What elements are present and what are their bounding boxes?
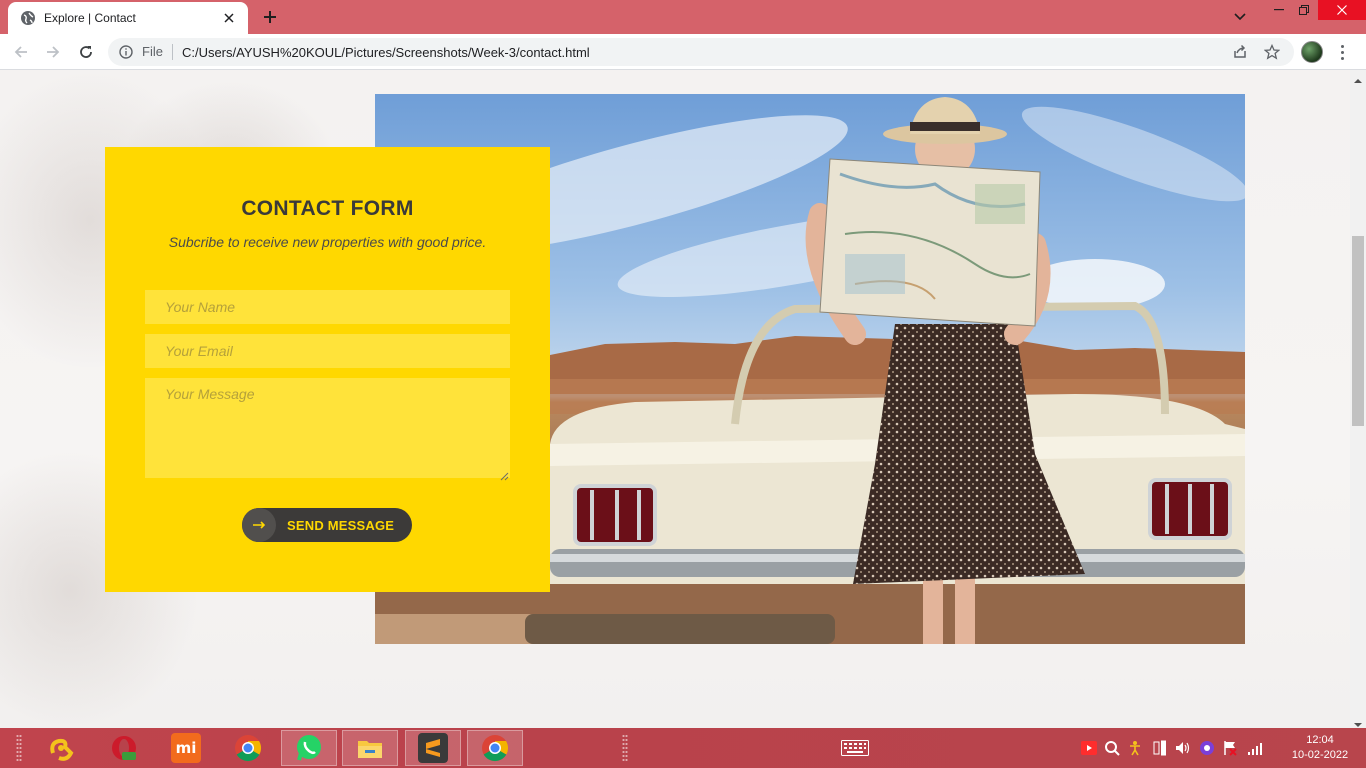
touch-keyboard-icon[interactable] <box>840 739 870 757</box>
tab-strip: Explore | Contact <box>0 0 1366 34</box>
taskbar-grip-2 <box>622 734 628 762</box>
taskbar-app-mi[interactable]: mi <box>158 730 214 766</box>
system-clock[interactable]: 12:04 10-02-2022 <box>1290 733 1350 763</box>
folder-icon <box>355 733 385 763</box>
tab-title: Explore | Contact <box>44 11 136 25</box>
windows-taskbar: mi 12:04 10-02-2022 <box>0 728 1366 768</box>
tab-explore-contact[interactable]: Explore | Contact <box>8 2 248 34</box>
taskbar-app-chrome[interactable] <box>220 730 276 766</box>
name-input[interactable] <box>145 290 510 324</box>
taskbar-app-cheat-engine[interactable] <box>34 730 90 766</box>
forward-icon[interactable] <box>41 40 65 64</box>
scroll-up-arrow-icon[interactable] <box>1354 72 1362 83</box>
device-tray-icon[interactable] <box>1151 739 1169 757</box>
share-icon[interactable] <box>1230 42 1250 62</box>
textarea-resize-grip-icon[interactable] <box>500 468 509 481</box>
profile-avatar[interactable] <box>1301 41 1323 63</box>
scrollbar-thumb[interactable] <box>1352 236 1364 426</box>
cheat-engine-icon <box>47 733 77 763</box>
contact-form-title: CONTACT FORM <box>241 197 414 220</box>
scheme-label: File <box>142 44 173 60</box>
taskbar-app-opera[interactable] <box>96 730 152 766</box>
new-tab-button[interactable] <box>258 5 282 29</box>
info-icon[interactable] <box>118 44 134 60</box>
search-tray-icon[interactable] <box>1103 739 1121 757</box>
kebab-menu-icon[interactable] <box>1335 41 1349 63</box>
opera-browser-icon <box>109 733 139 763</box>
arrow-right-icon <box>242 508 276 542</box>
globe-icon <box>20 10 36 26</box>
chrome-icon <box>480 733 510 763</box>
send-message-button[interactable]: SEND MESSAGE <box>242 508 412 542</box>
page-viewport: CONTACT FORM Subcribe to receive new pro… <box>0 70 1350 728</box>
email-input[interactable] <box>145 334 510 368</box>
clock-date: 10-02-2022 <box>1291 749 1349 761</box>
contact-form-subtitle: Subcribe to receive new properties with … <box>168 234 487 250</box>
page-scrollbar[interactable] <box>1350 70 1366 728</box>
accessibility-icon[interactable] <box>1126 739 1144 757</box>
flag-tray-icon[interactable] <box>1221 739 1239 757</box>
reload-icon[interactable] <box>74 40 98 64</box>
taskbar-app-whatsapp[interactable] <box>281 730 337 766</box>
taskbar-app-sublime-text[interactable] <box>405 730 461 766</box>
taskbar-app-file-explorer[interactable] <box>342 730 398 766</box>
scroll-down-arrow-icon[interactable] <box>1354 716 1362 727</box>
browser-toolbar: File C:/Users/AYUSH%20KOUL/Pictures/Scre… <box>0 34 1366 70</box>
mi-icon: mi <box>171 733 201 763</box>
whatsapp-icon <box>294 733 324 763</box>
close-window-button[interactable] <box>1318 0 1366 20</box>
network-signal-icon[interactable] <box>1246 739 1264 757</box>
url-text[interactable]: C:/Users/AYUSH%20KOUL/Pictures/Screensho… <box>182 45 590 60</box>
back-icon[interactable] <box>9 40 33 64</box>
speaker-icon[interactable] <box>1174 739 1192 757</box>
address-bar[interactable]: File C:/Users/AYUSH%20KOUL/Pictures/Scre… <box>108 38 1294 66</box>
restore-button[interactable] <box>1289 0 1319 20</box>
clock-time: 12:04 <box>1306 734 1334 746</box>
taskbar-grip <box>16 734 22 762</box>
send-message-label: SEND MESSAGE <box>287 517 395 533</box>
tab-search-chevron-icon[interactable] <box>1228 6 1252 28</box>
close-tab-icon[interactable] <box>220 9 238 27</box>
taskbar-app-chrome-active[interactable] <box>467 730 523 766</box>
message-textarea[interactable] <box>145 378 510 478</box>
contact-form-card: CONTACT FORM Subcribe to receive new pro… <box>105 147 550 592</box>
vpn-tray-icon[interactable] <box>1198 739 1216 757</box>
chrome-icon <box>233 733 263 763</box>
screen-recorder-icon[interactable] <box>1080 739 1098 757</box>
bookmark-star-icon[interactable] <box>1262 42 1282 62</box>
sublime-text-icon <box>418 733 448 763</box>
